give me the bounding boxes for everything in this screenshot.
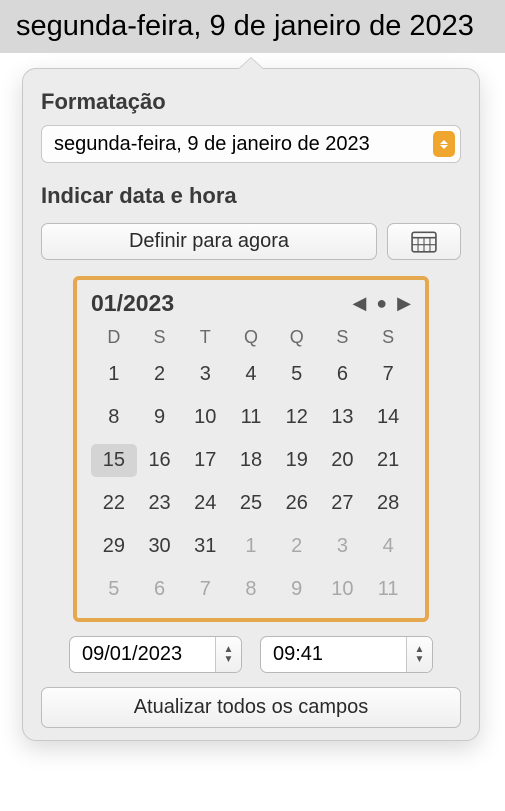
calendar-icon bbox=[411, 231, 437, 253]
today-button[interactable]: ● bbox=[376, 293, 387, 314]
format-section-label: Formatação bbox=[23, 69, 479, 125]
set-to-now-button[interactable]: Definir para agora bbox=[41, 223, 377, 260]
date-stepper-up-icon[interactable]: ▲ bbox=[224, 645, 234, 655]
calendar-day[interactable]: 12 bbox=[274, 401, 320, 434]
calendar-dow-label: D bbox=[91, 327, 137, 348]
prev-month-button[interactable]: ◀ bbox=[352, 293, 366, 314]
calendar-dow-label: T bbox=[182, 327, 228, 348]
calendar-day[interactable]: 5 bbox=[274, 358, 320, 391]
time-stepper-arrows[interactable]: ▲ ▼ bbox=[406, 637, 432, 672]
calendar-day[interactable]: 2 bbox=[274, 530, 320, 563]
calendar-day[interactable]: 11 bbox=[228, 401, 274, 434]
calendar-day[interactable]: 6 bbox=[320, 358, 366, 391]
calendar-day[interactable]: 9 bbox=[274, 573, 320, 606]
calendar-day[interactable]: 16 bbox=[137, 444, 183, 477]
calendar-day[interactable]: 15 bbox=[91, 444, 137, 477]
calendar-day[interactable]: 8 bbox=[91, 401, 137, 434]
calendar-day[interactable]: 8 bbox=[228, 573, 274, 606]
calendar-day[interactable]: 25 bbox=[228, 487, 274, 520]
date-stepper[interactable]: 09/01/2023 ▲ ▼ bbox=[69, 636, 242, 673]
date-format-popover: Formatação segunda-feira, 9 de janeiro d… bbox=[22, 68, 480, 741]
calendar-day[interactable]: 18 bbox=[228, 444, 274, 477]
calendar-day[interactable]: 29 bbox=[91, 530, 137, 563]
calendar-day[interactable]: 28 bbox=[365, 487, 411, 520]
date-stepper-value[interactable]: 09/01/2023 bbox=[70, 637, 215, 672]
calendar-day[interactable]: 4 bbox=[228, 358, 274, 391]
calendar-day[interactable]: 23 bbox=[137, 487, 183, 520]
calendar-day[interactable]: 10 bbox=[182, 401, 228, 434]
calendar-dow-label: Q bbox=[274, 327, 320, 348]
calendar-day[interactable]: 31 bbox=[182, 530, 228, 563]
calendar-dow-label: S bbox=[365, 327, 411, 348]
calendar-day[interactable]: 19 bbox=[274, 444, 320, 477]
time-stepper-value[interactable]: 09:41 bbox=[261, 637, 406, 672]
calendar-dow-label: S bbox=[320, 327, 366, 348]
calendar-day[interactable]: 27 bbox=[320, 487, 366, 520]
calendar-day[interactable]: 2 bbox=[137, 358, 183, 391]
dropdown-arrows-icon bbox=[433, 131, 455, 157]
calendar-day[interactable]: 3 bbox=[182, 358, 228, 391]
calendar-day[interactable]: 9 bbox=[137, 401, 183, 434]
calendar-day[interactable]: 1 bbox=[91, 358, 137, 391]
calendar-day[interactable]: 20 bbox=[320, 444, 366, 477]
calendar-dow-label: S bbox=[137, 327, 183, 348]
calendar-day[interactable]: 22 bbox=[91, 487, 137, 520]
calendar-day[interactable]: 7 bbox=[365, 358, 411, 391]
calendar-day[interactable]: 26 bbox=[274, 487, 320, 520]
calendar-day[interactable]: 6 bbox=[137, 573, 183, 606]
format-dropdown-value: segunda-feira, 9 de janeiro de 2023 bbox=[54, 133, 370, 156]
calendar-month-label: 01/2023 bbox=[91, 290, 174, 317]
date-stepper-arrows[interactable]: ▲ ▼ bbox=[215, 637, 241, 672]
calendar-day[interactable]: 30 bbox=[137, 530, 183, 563]
calendar-icon-button[interactable] bbox=[387, 223, 461, 260]
calendar-widget: 01/2023 ◀ ● ▶ DSTQQSS1234567891011121314… bbox=[73, 276, 429, 622]
calendar-day[interactable]: 1 bbox=[228, 530, 274, 563]
date-stepper-down-icon[interactable]: ▼ bbox=[224, 655, 234, 665]
time-stepper-up-icon[interactable]: ▲ bbox=[415, 645, 425, 655]
calendar-day[interactable]: 14 bbox=[365, 401, 411, 434]
calendar-day[interactable]: 3 bbox=[320, 530, 366, 563]
next-month-button[interactable]: ▶ bbox=[397, 293, 411, 314]
calendar-day[interactable]: 13 bbox=[320, 401, 366, 434]
calendar-day[interactable]: 11 bbox=[365, 573, 411, 606]
calendar-day[interactable]: 4 bbox=[365, 530, 411, 563]
calendar-day[interactable]: 5 bbox=[91, 573, 137, 606]
window-title: segunda-feira, 9 de janeiro de 2023 bbox=[0, 0, 505, 53]
calendar-day[interactable]: 17 bbox=[182, 444, 228, 477]
calendar-day[interactable]: 7 bbox=[182, 573, 228, 606]
format-dropdown[interactable]: segunda-feira, 9 de janeiro de 2023 bbox=[41, 125, 461, 163]
update-all-fields-button[interactable]: Atualizar todos os campos bbox=[41, 687, 461, 728]
calendar-dow-label: Q bbox=[228, 327, 274, 348]
time-stepper[interactable]: 09:41 ▲ ▼ bbox=[260, 636, 433, 673]
calendar-day[interactable]: 24 bbox=[182, 487, 228, 520]
calendar-day[interactable]: 21 bbox=[365, 444, 411, 477]
datetime-section-label: Indicar data e hora bbox=[23, 163, 479, 219]
calendar-day[interactable]: 10 bbox=[320, 573, 366, 606]
time-stepper-down-icon[interactable]: ▼ bbox=[415, 655, 425, 665]
